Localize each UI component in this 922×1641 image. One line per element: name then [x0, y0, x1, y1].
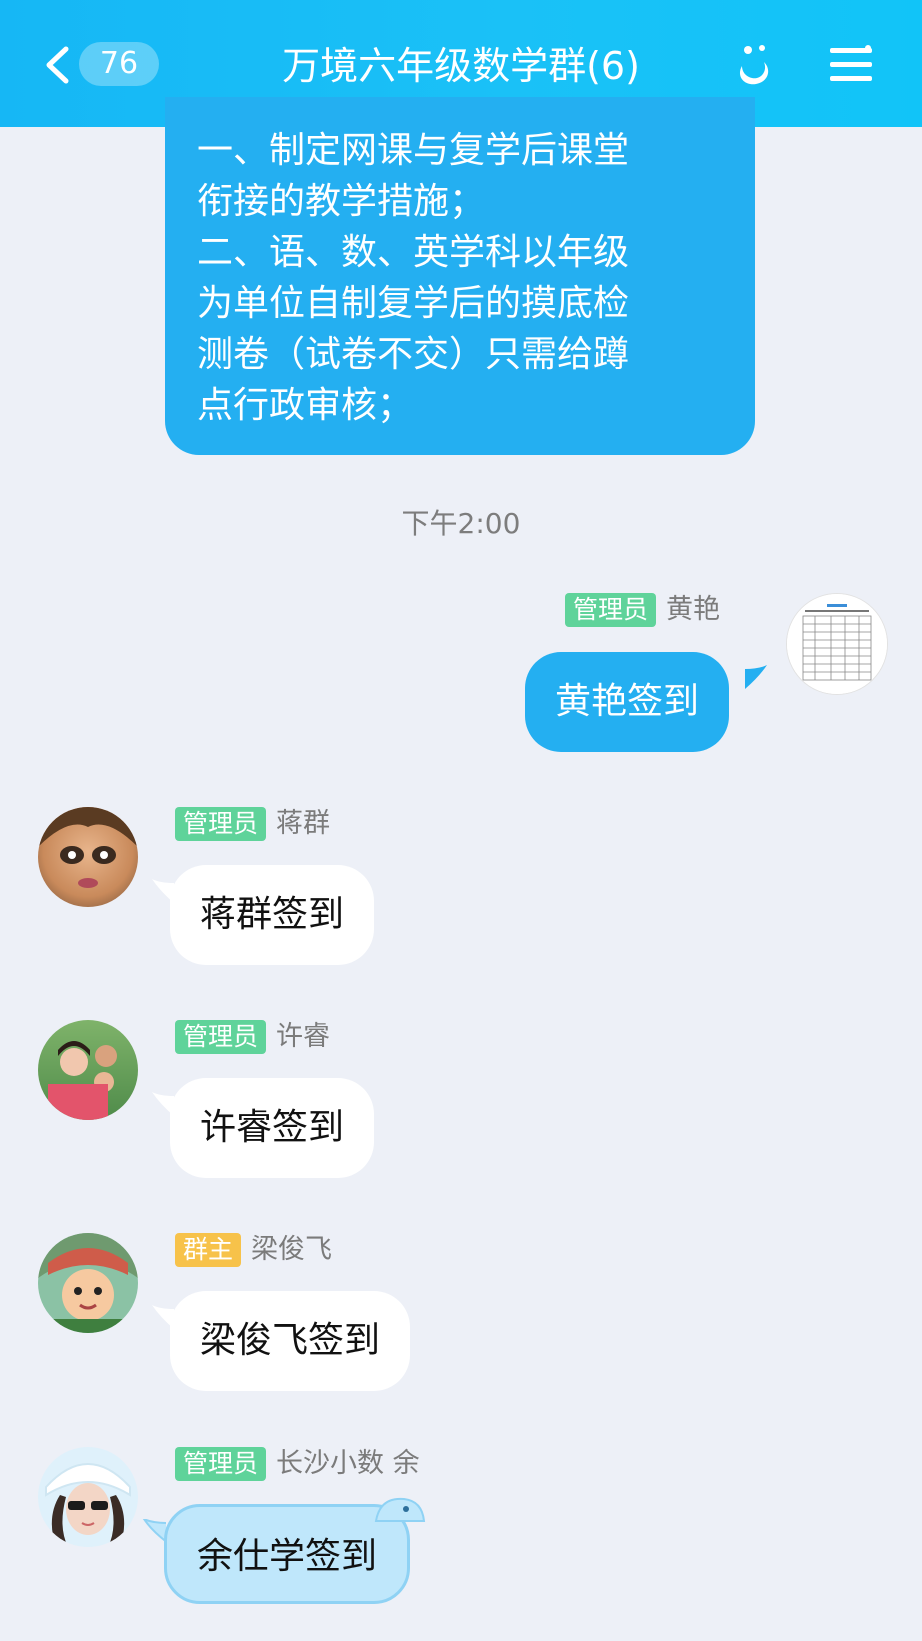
- avatar[interactable]: [38, 1447, 138, 1547]
- menu-icon[interactable]: [828, 44, 874, 84]
- sender-name[interactable]: 黄艳: [666, 593, 720, 627]
- message-line: 测卷（试卷不交）只需给蹲: [197, 334, 630, 375]
- role-tag-admin: 管理员: [175, 1447, 267, 1481]
- role-tag-admin: 管理员: [565, 593, 657, 627]
- role-tag-owner: 群主: [175, 1233, 242, 1267]
- sender-row: 管理员 许睿: [175, 1020, 330, 1054]
- unread-count-badge[interactable]: 76: [79, 42, 159, 86]
- message-timestamp: 下午2:00: [401, 507, 521, 540]
- cartoon-character-icon: [38, 1233, 138, 1333]
- message-line: 一、制定网课与复学后课堂: [197, 130, 630, 171]
- group-title: 万境六年级数学群(6): [282, 44, 640, 88]
- chat-bubble[interactable]: 许睿签到: [170, 1078, 375, 1178]
- long-message-bubble[interactable]: 一、制定网课与复学后课堂 衔接的教学措施； 二、语、数、英学科以年级 为单位自制…: [165, 97, 755, 455]
- qq-mini-app-icon[interactable]: [728, 40, 780, 88]
- sender-name[interactable]: 蒋群: [276, 807, 330, 841]
- role-tag-admin: 管理员: [175, 1020, 267, 1054]
- sender-name[interactable]: 梁俊飞: [251, 1233, 332, 1267]
- sender-name[interactable]: 长沙小数 余: [276, 1447, 420, 1481]
- avatar[interactable]: [38, 807, 138, 907]
- back-arrow-icon[interactable]: [44, 46, 70, 84]
- chat-area: 一、制定网课与复学后课堂 衔接的教学措施； 二、语、数、英学科以年级 为单位自制…: [0, 97, 922, 1641]
- cartoon-face-icon: [38, 807, 138, 888]
- sender-row: 管理员 黄艳: [565, 593, 720, 627]
- role-tag-admin: 管理员: [175, 807, 267, 841]
- message-line: 为单位自制复学后的摸底检: [197, 283, 630, 324]
- avatar[interactable]: [38, 1233, 138, 1333]
- chat-bubble[interactable]: 梁俊飞签到: [170, 1291, 411, 1391]
- message-line: 衔接的教学措施；: [197, 181, 486, 222]
- sender-row: 管理员 长沙小数 余: [175, 1447, 420, 1481]
- user-photo-icon: [45, 1463, 131, 1547]
- bubble-tail: [745, 665, 767, 689]
- document-thumbnail-icon: [787, 594, 887, 694]
- message-line: 点行政审核；: [197, 385, 414, 426]
- bubble-tail: [142, 1519, 166, 1543]
- chat-bubble[interactable]: 蒋群签到: [170, 865, 375, 965]
- sender-name[interactable]: 许睿: [276, 1020, 330, 1054]
- whale-bubble-decoration-icon: [374, 1497, 426, 1522]
- chat-bubble[interactable]: 黄艳签到: [525, 652, 730, 752]
- sender-row: 管理员 蒋群: [175, 807, 330, 841]
- avatar[interactable]: [786, 593, 888, 695]
- avatar[interactable]: [38, 1020, 138, 1120]
- sender-row: 群主 梁俊飞: [175, 1233, 332, 1267]
- message-line: 二、语、数、英学科以年级: [197, 232, 630, 273]
- family-photo-icon: [48, 1041, 117, 1120]
